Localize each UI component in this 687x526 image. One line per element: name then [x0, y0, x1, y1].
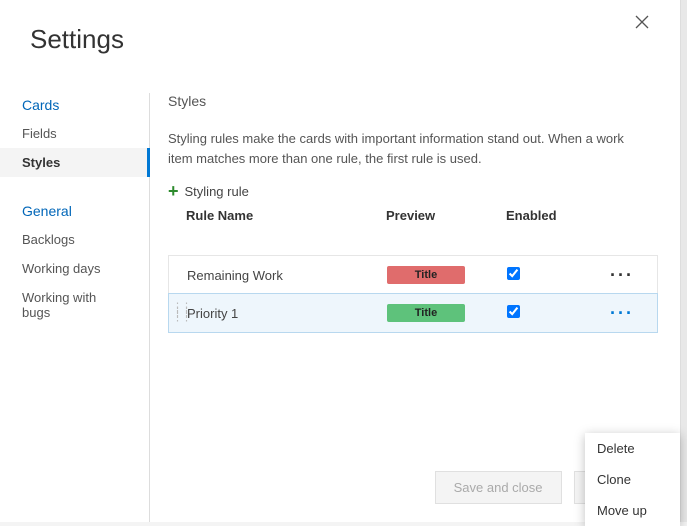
col-rule-name: Rule Name [186, 208, 386, 223]
table-row[interactable]: ⋮⋮⋮⋮⋮⋮ Priority 1 Title ··· [168, 293, 658, 333]
menu-item-move-up[interactable]: Move up [585, 495, 680, 526]
col-preview: Preview [386, 208, 506, 223]
row-menu-icon[interactable]: ··· [597, 271, 647, 279]
rule-name-cell: Priority 1 [187, 306, 387, 321]
sidebar-item-fields[interactable]: Fields [0, 119, 149, 148]
sidebar-item-styles[interactable]: Styles [0, 148, 150, 177]
rule-name-cell: Remaining Work [187, 268, 387, 283]
context-menu: Delete Clone Move up [585, 433, 680, 526]
sidebar-section-general: General [0, 199, 149, 225]
rules-table: Remaining Work Title ··· ⋮⋮⋮⋮⋮⋮ Priority… [168, 255, 658, 333]
main-description: Styling rules make the cards with import… [168, 129, 658, 168]
enabled-checkbox[interactable] [507, 305, 520, 318]
main-panel: Styles Styling rules make the cards with… [150, 93, 680, 522]
col-enabled: Enabled [506, 208, 596, 223]
row-menu-icon[interactable]: ··· [597, 309, 647, 317]
preview-swatch: Title [387, 304, 465, 322]
sidebar-item-working-days[interactable]: Working days [0, 254, 149, 283]
menu-item-clone[interactable]: Clone [585, 464, 680, 495]
sidebar: Cards Fields Styles General Backlogs Wor… [0, 93, 150, 522]
close-icon[interactable] [630, 10, 654, 34]
add-rule-label: Styling rule [185, 184, 249, 199]
sidebar-item-backlogs[interactable]: Backlogs [0, 225, 149, 254]
add-styling-rule[interactable]: + Styling rule [168, 182, 658, 200]
drag-handle-icon[interactable]: ⋮⋮⋮⋮⋮⋮ [172, 306, 190, 321]
rules-table-header: Rule Name Preview Enabled [168, 200, 658, 233]
enabled-checkbox[interactable] [507, 267, 520, 280]
plus-icon: + [168, 182, 179, 200]
sidebar-section-cards: Cards [0, 93, 149, 119]
table-row[interactable]: Remaining Work Title ··· [169, 255, 657, 294]
dialog-title: Settings [0, 0, 680, 55]
menu-item-delete[interactable]: Delete [585, 433, 680, 464]
main-heading: Styles [168, 93, 658, 129]
save-button[interactable]: Save and close [435, 471, 562, 504]
sidebar-item-working-bugs[interactable]: Working with bugs [0, 283, 149, 327]
preview-swatch: Title [387, 266, 465, 284]
background-strip [680, 0, 687, 522]
